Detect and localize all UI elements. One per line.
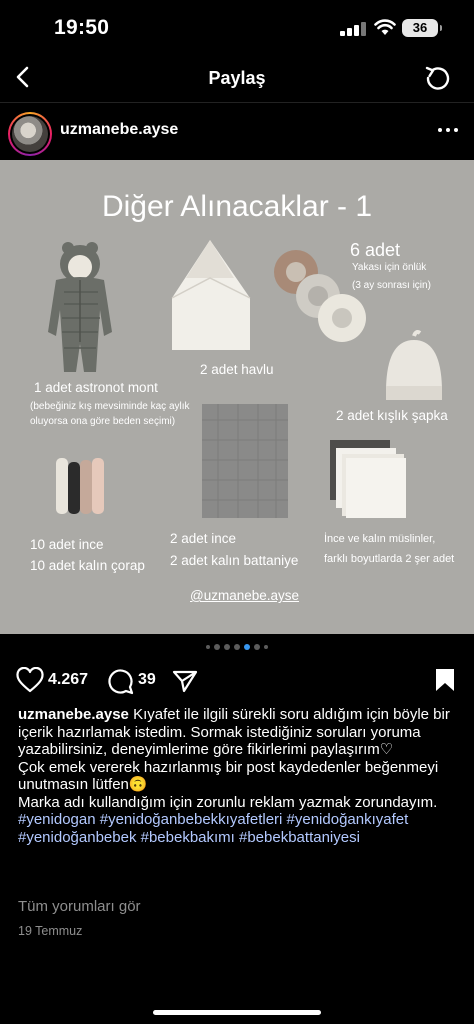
status-time: 19:50 [54,16,110,39]
label-blanket-2: 2 adet kalın battaniye [170,553,299,568]
top-nav: Paylaş [0,56,474,100]
socks-illustration [56,458,104,514]
battery-icon: 36 [402,19,442,37]
label-astronaut: 1 adet astronot mont [34,380,158,395]
cellular-signal-icon [340,22,366,36]
post-caption: uzmanebe.ayse Kıyafet ile ilgili sürekli… [18,706,458,846]
caption-username[interactable]: uzmanebe.ayse [18,706,129,723]
carousel-indicator [0,644,474,654]
label-towel: 2 adet havlu [200,362,274,377]
label-bib-note: (3 ay sonrası için) [352,280,431,291]
like-heart-icon[interactable] [16,667,44,693]
status-bar: 19:50 36 [0,0,474,56]
hat-illustration [386,330,442,400]
wifi-icon [374,19,396,35]
caption-line-2: Çok emek vererek hazırlanmış bir post ka… [18,758,439,794]
label-bib-count: 6 adet [350,240,401,260]
label-handle: @uzmanebe.ayse [190,588,300,603]
muslin-illustration [330,440,406,518]
label-socks-2: 10 adet kalın çorap [30,558,145,573]
more-options-icon[interactable] [438,128,458,134]
bookmark-saved-icon[interactable] [434,667,456,693]
avatar[interactable] [8,112,52,156]
label-astronaut-note-2: oluyorsa ona göre beden seçimi) [30,416,176,427]
label-hat: 2 adet kışlık şapka [336,408,448,423]
header-divider [0,102,474,103]
snowsuit-illustration [48,242,112,372]
like-count[interactable]: 4.267 [48,671,88,689]
post-username[interactable]: uzmanebe.ayse [60,121,178,139]
post-image[interactable]: Diğer Alınacaklar - 1 1 adet astronot mo… [0,160,474,634]
comment-count[interactable]: 39 [138,671,156,689]
comment-icon[interactable] [106,667,134,695]
image-title: Diğer Alınacaklar - 1 [101,190,373,223]
share-send-icon[interactable] [172,669,198,693]
post-date: 19 Temmuz [18,924,83,938]
page-title: Paylaş [208,68,266,88]
blanket-illustration [202,404,288,518]
post-header: uzmanebe.ayse [0,104,474,160]
refresh-icon[interactable] [424,64,452,92]
label-astronaut-note-1: (bebeğiniz kış mevsiminde kaç aylık [30,401,190,412]
home-indicator[interactable] [153,1010,321,1015]
action-bar: 4.267 39 [0,664,474,700]
label-bib-desc: Yakası için önlük [352,262,427,273]
label-blanket-1: 2 adet ince [170,531,237,546]
label-muslin-2: farklı boyutlarda 2 şer adet [324,553,455,565]
view-all-comments-link[interactable]: Tüm yorumları gör [18,898,141,915]
caption-hashtags[interactable]: #yenidogan #yenidoğanbebekkıyafetleri #y… [18,811,458,846]
label-socks-1: 10 adet ince [30,537,104,552]
label-muslin-1: İnce ve kalın müslinler, [324,533,436,545]
caption-line-3: Marka adı kullandığım için zorunlu rekla… [18,793,438,811]
towel-illustration [171,240,251,350]
